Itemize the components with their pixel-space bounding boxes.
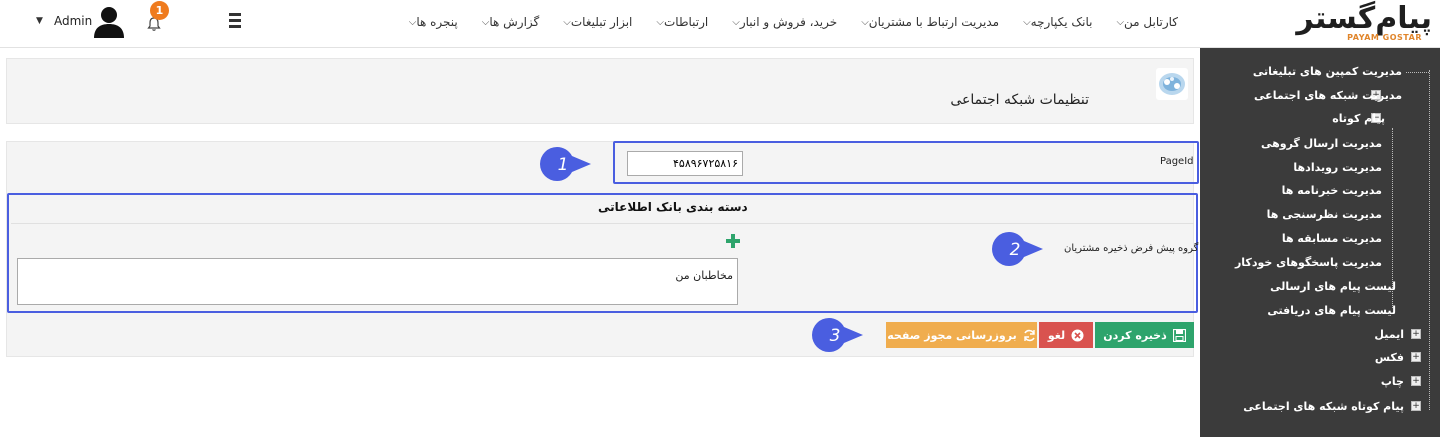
sidebar-item-social-networks[interactable]: مدیریت شبکه های اجتماعی [1254, 89, 1402, 102]
sidebar-item-surveys[interactable]: مدیریت نظرسنجی ها [1267, 208, 1382, 221]
save-label: ذخیره کردن [1103, 328, 1167, 342]
menu-label: مدیریت ارتباط با مشتریان [868, 15, 1000, 29]
menu-item-windows[interactable]: پنجره ها ⌵ [403, 15, 458, 29]
sidebar-item-email[interactable]: ایمیل [1374, 328, 1404, 341]
sidebar-item-events[interactable]: مدیریت رویدادها [1293, 161, 1382, 174]
default-group-label: گروه پیش فرض ذخیره مشتریان [1064, 243, 1199, 254]
expand-plus-icon[interactable]: + [1411, 352, 1421, 362]
floppy-disk-icon [1172, 328, 1186, 342]
menu-label: پنجره ها [416, 15, 458, 29]
user-avatar-icon[interactable] [92, 6, 126, 38]
pageid-label: PageId [1160, 156, 1194, 167]
menu-item-bank[interactable]: بانک یکپارچه ⌵ [1017, 15, 1092, 29]
expand-plus-icon[interactable]: + [1411, 376, 1421, 386]
chevron-down-icon: ⌵ [563, 16, 571, 28]
top-bar: پیام‌گستر PAYAM GOSTAR کارتابل من ⌵ بانک … [0, 0, 1440, 48]
notification-badge: 1 [150, 1, 169, 20]
list-item[interactable]: مخاطبان من [675, 269, 733, 282]
menu-label: ابزار تبلیغات [570, 15, 633, 29]
sidebar-item-contests[interactable]: مدیریت مسابقه ها [1282, 232, 1382, 245]
page-title: تنظیمات شبکه اجتماعی [950, 92, 1089, 108]
menu-label: گزارش ها [489, 15, 540, 29]
menu-label: ارتباطات [664, 15, 709, 29]
menu-item-sales[interactable]: خرید، فروش و انبار ⌵ [726, 15, 837, 29]
cancel-button[interactable]: لغو [1039, 322, 1093, 348]
sidebar-item-sent-messages[interactable]: لیست پیام های ارسالی [1270, 280, 1396, 293]
sidebar-item-newsletters[interactable]: مدیریت خبرنامه ها [1282, 184, 1382, 197]
chevron-down-icon: ⌵ [656, 16, 664, 28]
user-name[interactable]: Admin [54, 14, 92, 28]
refresh-permission-button[interactable]: بروزرسانی مجوز صفحه [886, 322, 1037, 348]
refresh-icon [1023, 329, 1035, 341]
main-menu: کارتابل من ⌵ بانک یکپارچه ⌵ مدیریت ارتباط … [385, 0, 1178, 44]
sidebar-tree: مدیریت کمپین های تبلیغاتی + مدیریت شبکه … [1200, 48, 1440, 437]
cancel-label: لغو [1047, 328, 1066, 342]
menu-item-crm[interactable]: مدیریت ارتباط با مشتریان ⌵ [855, 15, 999, 29]
menu-item-marketing[interactable]: ابزار تبلیغات ⌵ [557, 15, 632, 29]
callout-1: 1 [540, 147, 591, 181]
save-button[interactable]: ذخیره کردن [1095, 322, 1194, 348]
social-network-icon [1156, 68, 1188, 100]
hamburger-menu-icon[interactable] [229, 13, 241, 29]
sidebar-item-received-messages[interactable]: لیست پیام های دریافتی [1267, 304, 1396, 317]
expand-plus-icon[interactable]: + [1411, 329, 1421, 339]
refresh-label: بروزرسانی مجوز صفحه [887, 328, 1017, 342]
menu-item-reports[interactable]: گزارش ها ⌵ [476, 15, 540, 29]
sidebar-item-print[interactable]: چاپ [1381, 375, 1404, 388]
sidebar-item-bulk-send[interactable]: مدیریت ارسال گروهی [1261, 137, 1382, 150]
logo[interactable]: پیام‌گستر PAYAM GOSTAR [1292, 1, 1433, 44]
menu-label: بانک یکپارچه [1030, 15, 1093, 29]
callout-3: 3 [812, 318, 863, 352]
sidebar-item-auto-responders[interactable]: مدیریت پاسخگوهای خودکار [1235, 256, 1382, 269]
chevron-down-icon: ⌵ [732, 16, 740, 28]
chevron-down-icon: ⌵ [481, 16, 490, 28]
chevron-down-icon: ⌵ [1023, 16, 1031, 28]
chevron-down-icon: ⌵ [1116, 16, 1125, 28]
section-title: دسته بندی بانک اطلاعاتی [598, 200, 748, 214]
group-listbox[interactable]: مخاطبان من [17, 258, 738, 305]
menu-label: خرید، فروش و انبار [739, 15, 838, 29]
caret-down-icon[interactable]: ▼ [36, 16, 43, 26]
divider [11, 223, 1194, 224]
callout-number: 2 [1010, 240, 1021, 260]
chevron-down-icon: ⌵ [861, 16, 869, 28]
page-header-panel: تنظیمات شبکه اجتماعی [6, 58, 1194, 124]
menu-item-kartabl[interactable]: کارتابل من ⌵ [1110, 15, 1178, 29]
logo-text: پیام‌گستر [1296, 1, 1433, 36]
sidebar-item-campaigns[interactable]: مدیریت کمپین های تبلیغاتی [1253, 65, 1402, 78]
menu-item-communications[interactable]: ارتباطات ⌵ [650, 15, 708, 29]
callout-number: 1 [558, 155, 569, 175]
callout-number: 3 [830, 326, 841, 346]
tree-line [1429, 70, 1430, 410]
logo-subtitle: PAYAM GOSTAR [1347, 33, 1422, 42]
chevron-down-icon: ⌵ [408, 16, 417, 28]
expand-plus-icon[interactable]: + [1411, 401, 1421, 411]
sidebar-item-sms[interactable]: پیام کوتاه [1332, 112, 1385, 125]
add-group-icon[interactable] [726, 234, 740, 248]
menu-label: کارتابل من [1124, 15, 1178, 29]
sidebar-item-social-sms[interactable]: پیام کوتاه شبکه های اجتماعی [1243, 400, 1404, 413]
pageid-input[interactable] [627, 151, 743, 176]
close-circle-icon [1071, 329, 1084, 341]
callout-2: 2 [992, 232, 1043, 266]
sidebar-item-fax[interactable]: فکس [1375, 351, 1404, 364]
